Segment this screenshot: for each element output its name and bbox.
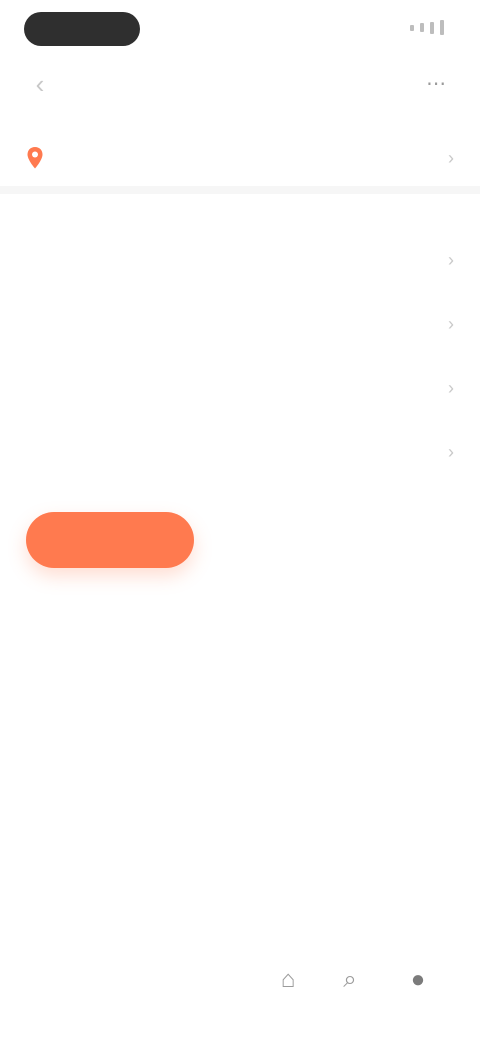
share-icon[interactable]: ⋯	[422, 70, 450, 98]
chevron-right-icon: ›	[448, 442, 454, 462]
list-item[interactable]: ›	[0, 230, 480, 294]
bottom-left-placeholder	[26, 960, 116, 1000]
chevron-right-icon: ›	[448, 314, 454, 334]
options-list: › › › ›	[0, 230, 480, 486]
chevron-left-icon[interactable]: ‹	[26, 70, 54, 98]
bottom-bar: ⌂ ⌕ ●	[0, 930, 480, 1040]
home-icon[interactable]: ⌂	[268, 960, 308, 1000]
signal-icon	[410, 20, 444, 35]
search-icon[interactable]: ⌕	[330, 960, 370, 1000]
chevron-right-icon: ›	[448, 250, 454, 270]
status-time-pill	[24, 12, 140, 46]
chevron-right-icon: ›	[448, 378, 454, 398]
location-row[interactable]: ›	[0, 130, 480, 194]
pin-icon	[27, 147, 43, 169]
screen: ‹ ⋯ › › › › › ⌂ ⌕ ●	[0, 0, 480, 1040]
list-item[interactable]: ›	[0, 294, 480, 358]
list-item[interactable]: ›	[0, 358, 480, 422]
primary-button[interactable]	[26, 512, 194, 568]
profile-icon[interactable]: ●	[398, 960, 438, 1000]
chevron-right-icon: ›	[448, 148, 454, 168]
list-item[interactable]: ›	[0, 422, 480, 486]
status-bar	[0, 0, 480, 54]
header: ‹ ⋯	[0, 58, 480, 110]
